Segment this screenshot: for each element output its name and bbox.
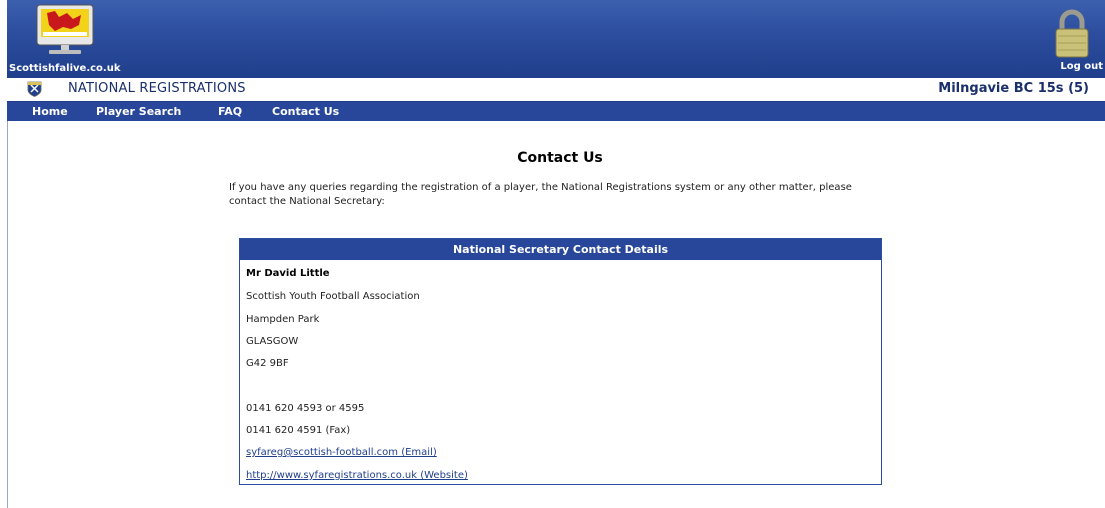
padlock-icon [1055, 9, 1089, 58]
registrations-bar: NATIONAL REGISTRATIONS Milngavie BC 15s … [7, 78, 1105, 102]
contact-email-link[interactable]: syfareg@scottish-football.com (Email) [246, 447, 437, 458]
contact-address-line: Hampden Park [246, 314, 320, 325]
nav-faq[interactable]: FAQ [218, 105, 242, 118]
contact-fax: 0141 620 4591 (Fax) [246, 425, 351, 436]
contact-website-link[interactable]: http://www.syfaregistrations.co.uk (Webs… [246, 470, 468, 481]
intro-text: If you have any queries regarding the re… [229, 182, 852, 207]
team-name: Milngavie BC 15s (5) [938, 81, 1089, 96]
contact-city: GLASGOW [246, 336, 299, 347]
contact-organisation: Scottish Youth Football Association [246, 291, 420, 302]
contact-phone: 0141 620 4593 or 4595 [246, 403, 365, 414]
site-banner: Scottishfalive.co.uk Log out [7, 0, 1105, 78]
contact-table-header: National Secretary Contact Details [240, 239, 881, 260]
site-name[interactable]: Scottishfalive.co.uk [9, 63, 120, 74]
monitor-logo-icon[interactable] [33, 3, 97, 59]
nav-home[interactable]: Home [32, 105, 68, 118]
nav-contact-us[interactable]: Contact Us [272, 105, 339, 118]
logout-link[interactable]: Log out [1060, 61, 1103, 72]
left-divider [7, 121, 8, 508]
contact-details-table: National Secretary Contact Details Mr Da… [239, 238, 882, 485]
contact-postcode: G42 9BF [246, 358, 289, 369]
page-title: Contact Us [517, 150, 603, 166]
section-title: NATIONAL REGISTRATIONS [68, 81, 246, 96]
nav-player-search[interactable]: Player Search [96, 105, 181, 118]
club-crest-icon [27, 81, 42, 97]
contact-name: Mr David Little [246, 268, 330, 279]
main-nav: Home Player Search FAQ Contact Us [7, 102, 1105, 121]
